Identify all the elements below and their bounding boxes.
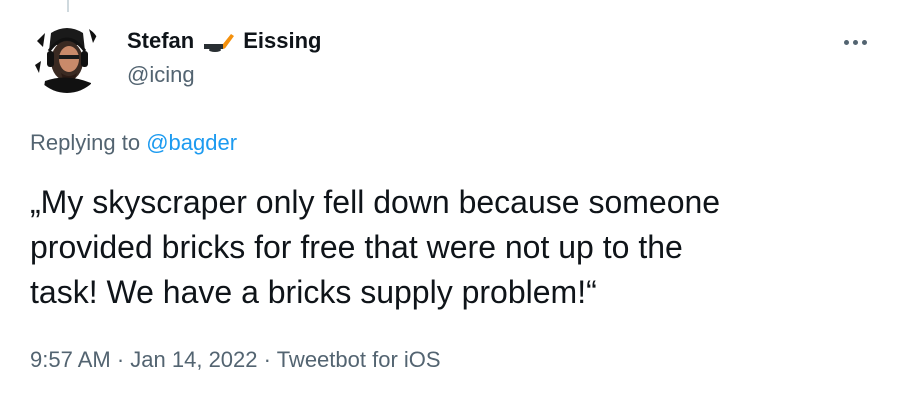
more-dot: [843, 39, 849, 45]
tweet-text-line: „My skyscraper only fell down because so…: [30, 184, 721, 220]
avatar-photo-icon: [31, 21, 103, 93]
reply-mention-link[interactable]: @bagder: [146, 130, 237, 155]
hockey-stick-emoji-icon: [201, 30, 235, 52]
meta-separator: ·: [263, 347, 271, 372]
tweet-text-line: provided bricks for free that were not u…: [30, 229, 683, 265]
more-options-icon[interactable]: [835, 28, 875, 56]
display-name-last: Eissing: [243, 28, 322, 53]
author-avatar[interactable]: [31, 21, 103, 93]
author-display-name[interactable]: Stefan Eissing: [127, 26, 322, 56]
author-block[interactable]: Stefan Eissing @icing: [127, 26, 322, 90]
display-name-first: Stefan: [127, 28, 195, 53]
tweet-time-link[interactable]: 9:57 AM: [30, 347, 111, 372]
tweet-text: „My skyscraper only fell down because so…: [30, 180, 880, 315]
tweet-meta: 9:57 AM · Jan 14, 2022 · Tweetbot for iO…: [30, 344, 441, 376]
more-dot: [852, 39, 858, 45]
replying-to-label: Replying to: [30, 130, 141, 155]
tweet-text-line: task! We have a bricks supply problem!“: [30, 274, 597, 310]
more-dot: [861, 39, 867, 45]
replying-to-line: Replying to @bagder: [30, 128, 237, 158]
thread-connector-line: [67, 0, 69, 12]
tweet-source-link[interactable]: Tweetbot for iOS: [277, 347, 441, 372]
author-handle[interactable]: @icing: [127, 60, 322, 90]
meta-separator: ·: [116, 347, 125, 372]
tweet-date-link[interactable]: Jan 14, 2022: [130, 347, 257, 372]
